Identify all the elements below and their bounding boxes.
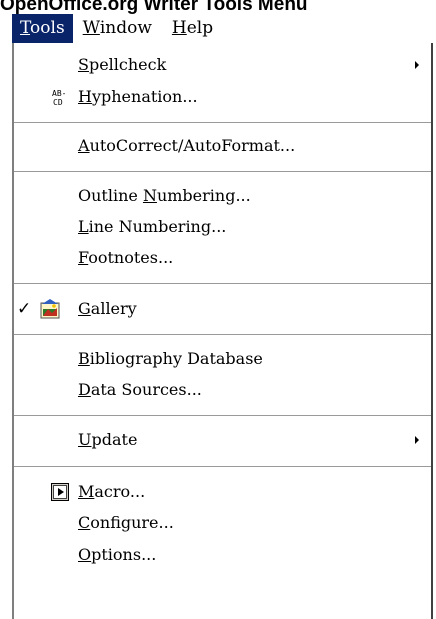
gallery-icon [40,299,60,319]
menu-bar: Tools Window Help [12,14,436,43]
menu-item-update[interactable]: Update [14,425,431,455]
menu-separator [14,122,431,124]
menu-item-macro[interactable]: Macro... [14,477,431,507]
svg-text:CD: CD [53,98,63,106]
menu-separator [14,334,431,336]
macro-play-icon [51,483,69,501]
menu-item-line-numbering[interactable]: Line Numbering... [14,212,431,242]
menu-tools[interactable]: Tools [12,14,73,43]
menu-separator [14,415,431,417]
menu-separator [14,171,431,173]
menu-item-outline-numbering[interactable]: Outline Numbering... [14,181,431,211]
menu-item-spellcheck[interactable]: Spellcheck [14,50,431,80]
menu-item-bibliography-database[interactable]: Bibliography Database [14,344,431,374]
hyphenation-icon: AB- CD [52,89,66,106]
menu-separator [14,466,431,468]
tools-dropdown-menu: Spellcheck AB- CD Hyphenation... AutoCor… [12,43,433,619]
menu-help[interactable]: Help [162,14,223,43]
menu-window[interactable]: Window [73,14,162,43]
submenu-arrow-icon [415,61,419,69]
submenu-arrow-icon [415,436,419,444]
menu-item-footnotes[interactable]: Footnotes... [14,243,431,273]
menu-item-hyphenation[interactable]: AB- CD Hyphenation... [14,82,431,112]
svg-text:AB-: AB- [52,89,66,98]
menu-item-data-sources[interactable]: Data Sources... [14,375,431,405]
checkmark-icon: ✓ [17,299,32,319]
menu-item-options[interactable]: Options... [14,540,431,570]
menu-item-autocorrect[interactable]: AutoCorrect/AutoFormat... [14,131,431,161]
menu-separator [14,283,431,285]
menu-item-configure[interactable]: Configure... [14,508,431,538]
menu-item-gallery[interactable]: ✓ Gallery [14,294,431,324]
